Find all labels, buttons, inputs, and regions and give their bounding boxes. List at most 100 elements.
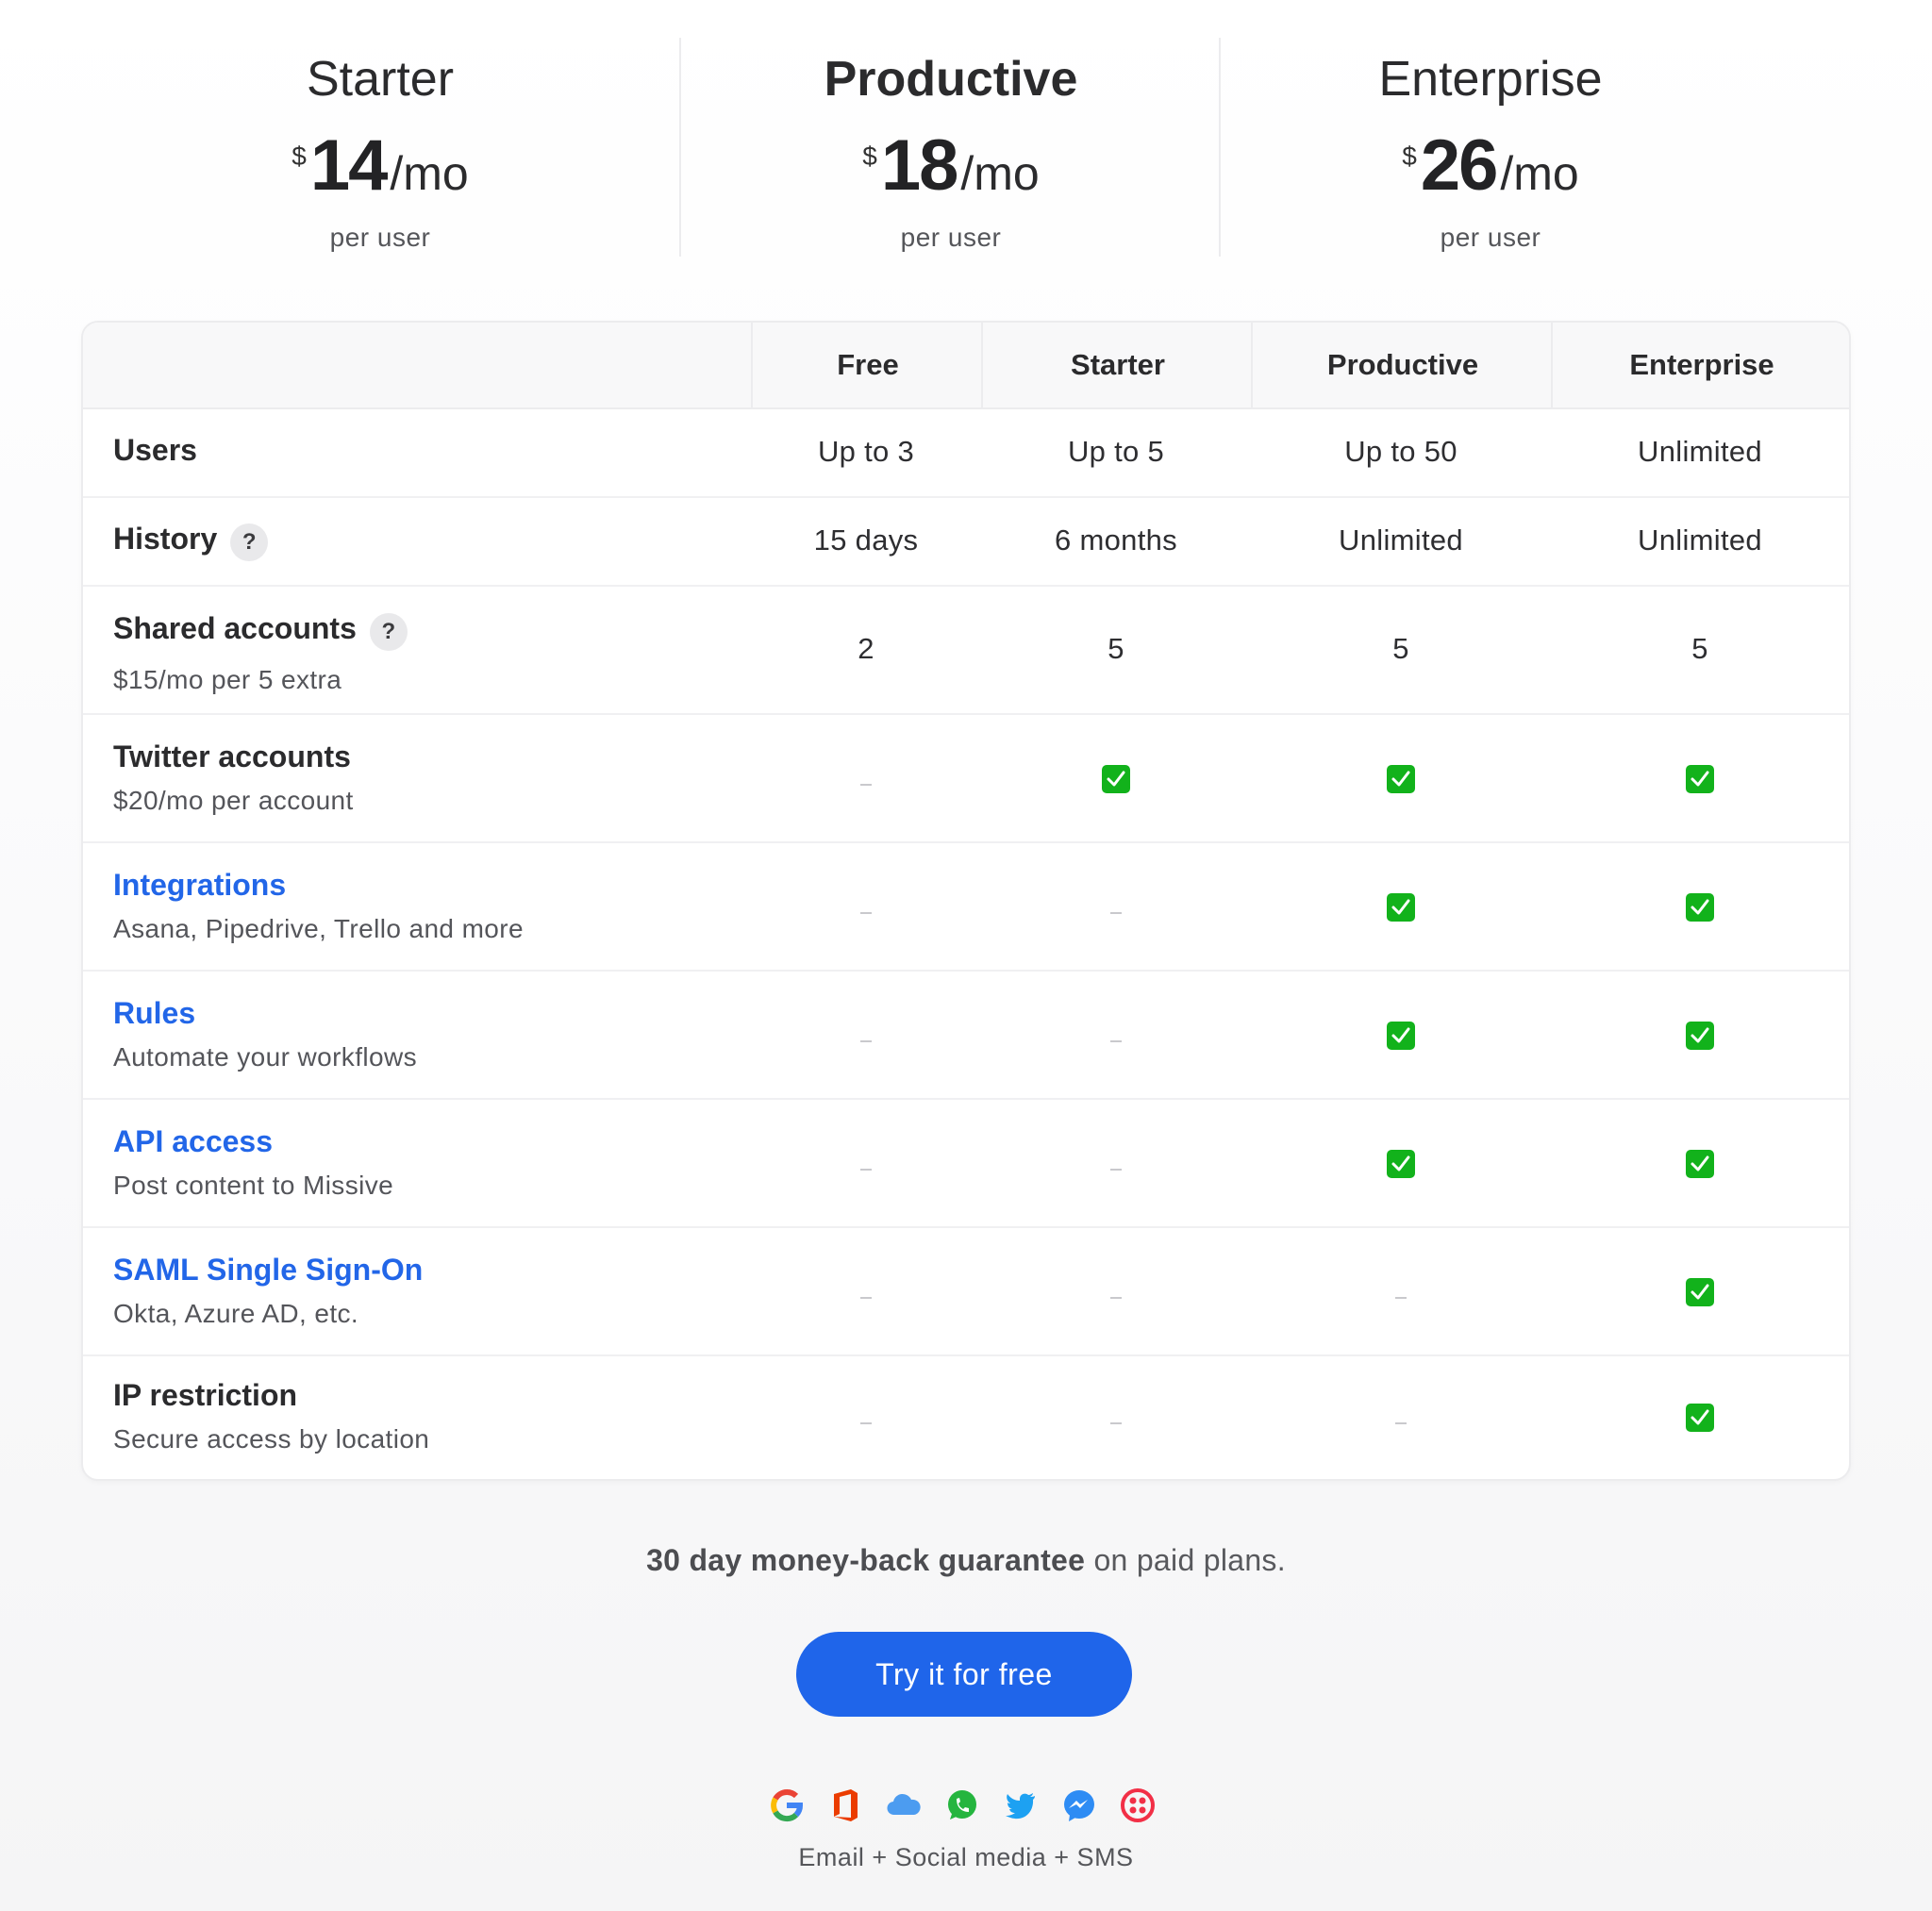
feature-subtitle: Asana, Pipedrive, Trello and more: [113, 914, 524, 943]
cell-enterprise: [1551, 1017, 1849, 1051]
cell-free: [751, 1022, 981, 1056]
price-amount: 26: [1420, 125, 1499, 206]
cell-free: Up to 3: [817, 435, 915, 468]
feature-title: IP restriction: [113, 1378, 298, 1412]
whatsapp-icon: [948, 1790, 976, 1820]
cell-free: [751, 1404, 981, 1438]
price-unit: per user: [900, 223, 1002, 252]
cell-enterprise: Unlimited: [1638, 435, 1762, 468]
cell-productive: [1251, 1279, 1551, 1313]
cell-starter: [981, 1151, 1251, 1185]
cell-productive: [1251, 889, 1551, 922]
cell-starter: 5: [1108, 632, 1124, 665]
feature-link[interactable]: Rules: [113, 996, 195, 1031]
check-icon: [1387, 892, 1415, 922]
feature-subtitle: $15/mo per 5 extra: [113, 664, 342, 694]
feature-label: IP restriction Secure access by location: [113, 1378, 736, 1454]
feature-subtitle: Secure access by location: [113, 1424, 430, 1454]
not-included-dash: [1110, 1296, 1122, 1299]
table-row: Rules Automate your workflows: [83, 970, 1849, 1100]
cell-enterprise: [1551, 1145, 1849, 1179]
feature-subtitle: Post content to Missive: [113, 1171, 394, 1200]
table-row: IP restriction Secure access by location: [83, 1354, 1849, 1477]
feature-title: Shared accounts: [113, 611, 357, 645]
feature-subtitle: Automate your workflows: [113, 1042, 417, 1072]
cell-enterprise: 5: [1691, 632, 1708, 665]
feature-subtitle: $20/mo per account: [113, 786, 354, 815]
twilio-icon: [1121, 1788, 1155, 1822]
feature-title: Twitter accounts: [113, 739, 351, 773]
cell-enterprise: [1551, 1399, 1849, 1433]
not-included-dash: [1110, 1421, 1122, 1424]
feature-label: Shared accounts? $15/mo per 5 extra: [113, 611, 736, 695]
column-header-productive: Productive: [1251, 323, 1553, 407]
price-period: /mo: [1500, 147, 1579, 200]
not-included-dash: [860, 1296, 872, 1299]
cell-productive: 5: [1392, 632, 1409, 665]
not-included-dash: [1110, 1039, 1122, 1042]
guarantee-emphasis: 30 day money-back guarantee: [646, 1543, 1086, 1577]
check-icon: [1686, 764, 1714, 793]
feature-label: Twitter accounts $20/mo per account: [113, 739, 736, 816]
price-amount: 18: [880, 125, 959, 206]
price-currency: $: [862, 141, 877, 171]
cell-productive: [1251, 1404, 1551, 1438]
feature-label: History?: [113, 522, 736, 564]
column-header-free: Free: [751, 323, 983, 407]
not-included-dash: [1395, 1296, 1407, 1299]
messenger-icon: [1064, 1790, 1094, 1821]
feature-link[interactable]: Integrations: [113, 868, 286, 903]
check-icon: [1387, 1021, 1415, 1050]
price-unit: per user: [329, 223, 431, 252]
plan-price: $18/mo: [681, 128, 1221, 204]
table-row: History? 15 days 6 months Unlimited Unlimite…: [83, 496, 1849, 587]
cell-starter: Up to 5: [1067, 435, 1165, 468]
cell-productive: [1251, 760, 1551, 794]
price-amount: 14: [309, 125, 389, 206]
check-icon: [1387, 1149, 1415, 1178]
feature-label: Users: [113, 433, 736, 468]
price-unit: per user: [1440, 223, 1541, 252]
icloud-icon: [887, 1793, 921, 1816]
plan-name: Starter: [306, 52, 455, 107]
cell-free: [751, 766, 981, 800]
try-free-button[interactable]: Try it for free: [796, 1632, 1132, 1717]
not-included-dash: [860, 1039, 872, 1042]
feature-link[interactable]: SAML Single Sign-On: [113, 1253, 423, 1288]
not-included-dash: [860, 911, 872, 914]
office-icon: [834, 1789, 858, 1821]
feature-label: API access Post content to Missive: [113, 1124, 736, 1201]
help-icon[interactable]: ?: [230, 523, 269, 561]
not-included-dash: [860, 783, 872, 786]
table-row: Integrations Asana, Pipedrive, Trello and…: [83, 841, 1849, 972]
not-included-dash: [860, 1168, 872, 1171]
feature-link[interactable]: API access: [113, 1124, 273, 1159]
feature-label: Rules Automate your workflows: [113, 996, 736, 1072]
help-icon[interactable]: ?: [369, 612, 408, 651]
feature-title: History: [113, 522, 218, 556]
table-header-row: Free Starter Productive Enterprise: [83, 323, 1849, 409]
cell-enterprise: [1551, 760, 1849, 794]
cell-enterprise: [1551, 1273, 1849, 1307]
cell-productive: [1251, 1145, 1551, 1179]
feature-subtitle: Okta, Azure AD, etc.: [113, 1299, 359, 1328]
feature-label: SAML Single Sign-On Okta, Azure AD, etc.: [113, 1253, 736, 1329]
check-icon: [1102, 764, 1130, 793]
plans-price-header: Starter $14/mo per user Productive $18/m…: [81, 38, 1847, 264]
not-included-dash: [1395, 1421, 1407, 1424]
not-included-dash: [860, 1421, 872, 1424]
plan-enterprise: Enterprise $26/mo per user: [1219, 38, 1760, 257]
cell-free: [751, 894, 981, 928]
check-icon: [1686, 1403, 1714, 1432]
plan-price: $26/mo: [1221, 128, 1760, 204]
price-currency: $: [1402, 141, 1417, 171]
twitter-icon: [1006, 1793, 1035, 1820]
cell-enterprise: Unlimited: [1638, 523, 1762, 557]
column-header-enterprise: Enterprise: [1551, 323, 1849, 407]
cell-starter: 6 months: [1055, 523, 1177, 557]
cell-enterprise: [1551, 889, 1849, 922]
table-row: Twitter accounts $20/mo per account: [83, 713, 1849, 843]
plan-name: Productive: [824, 52, 1078, 107]
check-icon: [1387, 764, 1415, 793]
cell-free: [751, 1151, 981, 1185]
